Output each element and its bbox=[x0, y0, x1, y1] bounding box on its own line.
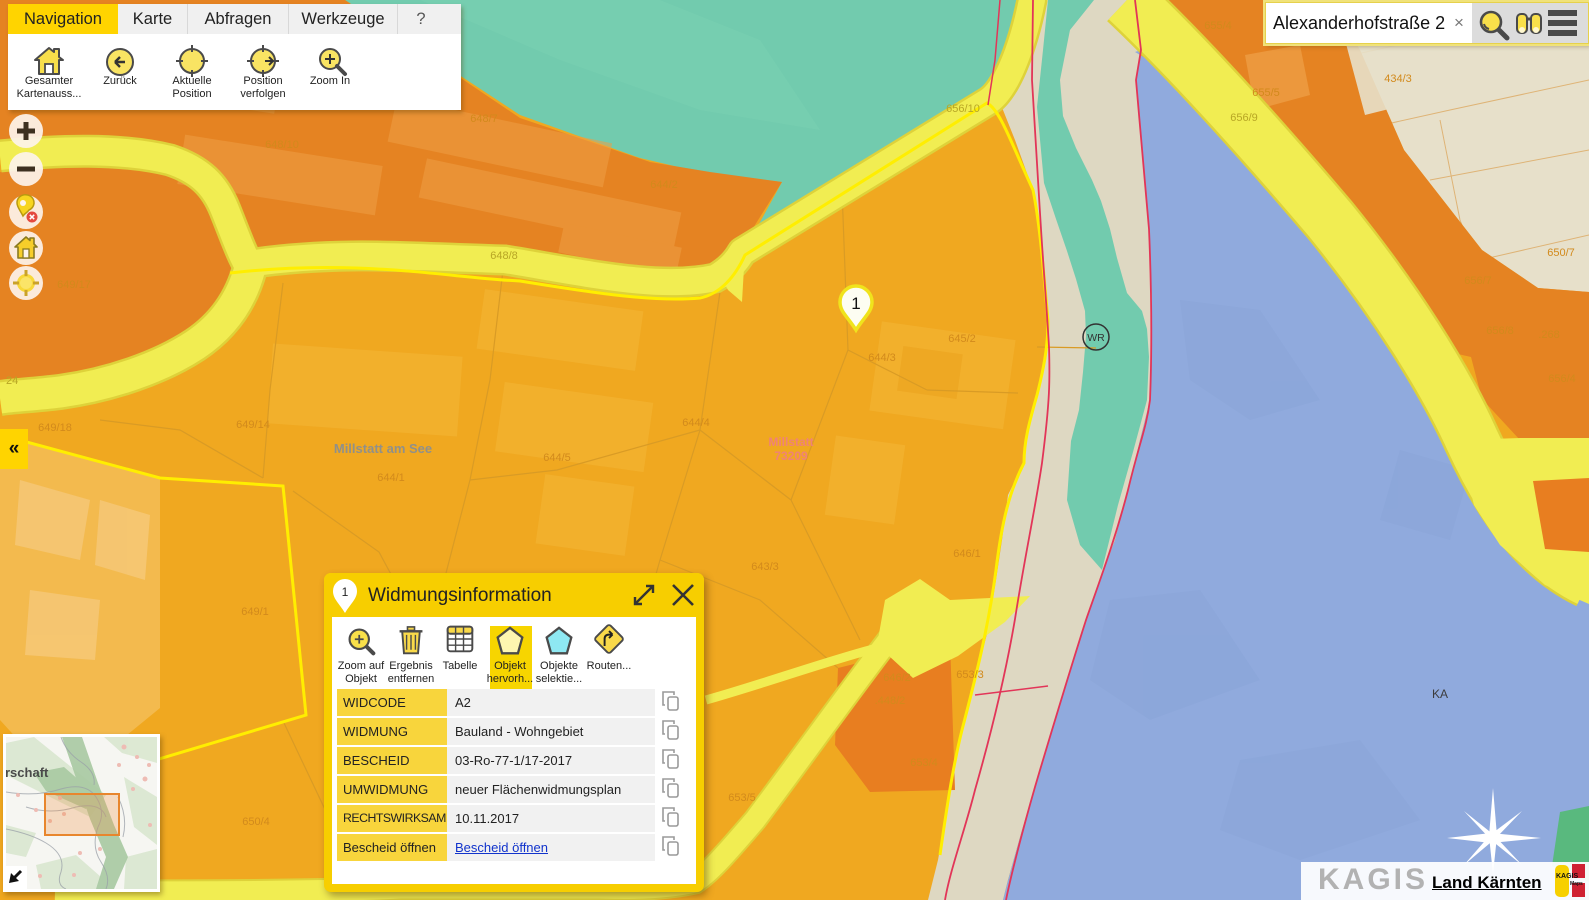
svg-text:648/7: 648/7 bbox=[470, 113, 498, 125]
svg-text:649/18: 649/18 bbox=[38, 422, 72, 434]
svg-text:Position: Position bbox=[172, 88, 211, 100]
svg-text:rschaft: rschaft bbox=[6, 765, 49, 780]
svg-text:656/4: 656/4 bbox=[1548, 373, 1576, 385]
svg-text:Millstatt: Millstatt bbox=[768, 435, 813, 449]
svg-text:KAGIS: KAGIS bbox=[1556, 873, 1579, 880]
svg-text:Zoom In: Zoom In bbox=[310, 75, 350, 87]
svg-text:648/10: 648/10 bbox=[265, 139, 299, 151]
svg-text:656/7: 656/7 bbox=[1464, 275, 1492, 287]
svg-text:644/1: 644/1 bbox=[377, 472, 405, 484]
svg-text:Aktuelle: Aktuelle bbox=[172, 75, 211, 87]
svg-text:Kartenauss...: Kartenauss... bbox=[17, 88, 82, 100]
svg-text:verfolgen: verfolgen bbox=[240, 88, 285, 100]
svg-text:Ergebnis: Ergebnis bbox=[389, 660, 433, 672]
svg-text:24: 24 bbox=[6, 375, 18, 387]
svg-text:648/8: 648/8 bbox=[490, 250, 518, 262]
svg-text:Position: Position bbox=[243, 75, 282, 87]
svg-text:Routen...: Routen... bbox=[587, 660, 632, 672]
svg-text:.268: .268 bbox=[1538, 329, 1559, 341]
svg-text:.448/2: .448/2 bbox=[875, 695, 906, 707]
svg-text:644/2: 644/2 bbox=[650, 179, 678, 191]
svg-text:entfernen: entfernen bbox=[388, 673, 434, 685]
svg-text:655/5: 655/5 bbox=[1252, 87, 1280, 99]
svg-text:434/3: 434/3 bbox=[1384, 73, 1412, 85]
svg-text:Objekt: Objekt bbox=[494, 660, 526, 672]
svg-text:650/4: 650/4 bbox=[242, 816, 270, 828]
svg-text:Millstatt am See: Millstatt am See bbox=[334, 441, 432, 456]
svg-text:653/5: 653/5 bbox=[728, 792, 756, 804]
svg-text:649/14: 649/14 bbox=[236, 419, 270, 431]
svg-text:selektie...: selektie... bbox=[536, 673, 582, 685]
svg-text:Gesamter: Gesamter bbox=[25, 75, 74, 87]
svg-text:656/10: 656/10 bbox=[946, 103, 980, 115]
svg-text:649/17: 649/17 bbox=[57, 279, 91, 291]
svg-text:hervorh...: hervorh... bbox=[487, 673, 533, 685]
svg-text:KA: KA bbox=[1432, 687, 1448, 701]
svg-text:1: 1 bbox=[851, 294, 860, 313]
svg-text:644/5: 644/5 bbox=[543, 452, 571, 464]
svg-text:Objekt: Objekt bbox=[345, 673, 377, 685]
svg-text:Maps: Maps bbox=[1570, 881, 1583, 887]
svg-text:Zoom auf: Zoom auf bbox=[338, 660, 385, 672]
svg-text:73209: 73209 bbox=[774, 449, 808, 463]
svg-text:655/4: 655/4 bbox=[1204, 20, 1232, 32]
svg-text:Zurück: Zurück bbox=[103, 75, 137, 87]
svg-text:WR: WR bbox=[1087, 332, 1105, 344]
svg-text:1: 1 bbox=[342, 585, 349, 599]
svg-text:644/4: 644/4 bbox=[682, 417, 710, 429]
svg-text:649/1: 649/1 bbox=[241, 606, 269, 618]
svg-text:645/2: 645/2 bbox=[948, 333, 976, 345]
svg-text:653/4: 653/4 bbox=[910, 757, 938, 769]
svg-text:646/2: 646/2 bbox=[883, 672, 911, 684]
svg-text:643/3: 643/3 bbox=[751, 561, 779, 573]
svg-text:650/7: 650/7 bbox=[1547, 247, 1575, 259]
svg-text:653/3: 653/3 bbox=[956, 669, 984, 681]
svg-text:646/1: 646/1 bbox=[953, 548, 981, 560]
svg-text:Widmungsinformation: Widmungsinformation bbox=[368, 585, 552, 606]
svg-text:644/3: 644/3 bbox=[868, 352, 896, 364]
svg-text:Tabelle: Tabelle bbox=[443, 660, 478, 672]
svg-text:656/8: 656/8 bbox=[1486, 325, 1514, 337]
svg-text:Objekte: Objekte bbox=[540, 660, 578, 672]
svg-text:656/9: 656/9 bbox=[1230, 112, 1258, 124]
